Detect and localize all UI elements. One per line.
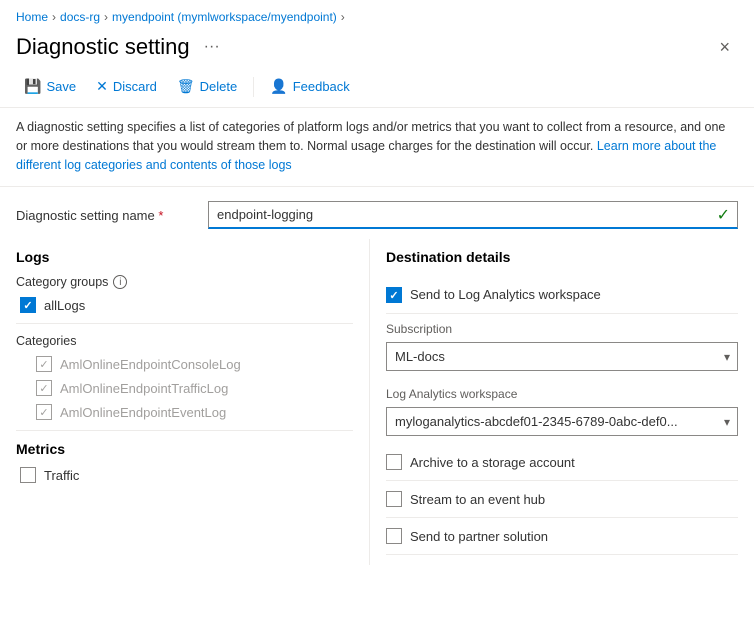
setting-name-row: Diagnostic setting name * ✓ — [0, 187, 754, 239]
archive-label: Archive to a storage account — [410, 455, 575, 470]
category-label-0: AmlOnlineEndpointConsoleLog — [60, 357, 241, 372]
subscription-dropdown[interactable]: ML-docs — [386, 342, 738, 371]
stream-checkbox[interactable] — [386, 491, 402, 507]
traffic-label[interactable]: Traffic — [44, 468, 79, 483]
category-row-1: AmlOnlineEndpointTrafficLog — [16, 380, 353, 396]
discard-icon: ✕ — [96, 78, 108, 95]
toolbar: 💾 Save ✕ Discard 🗑 Delete 👤 Feedback — [0, 68, 754, 108]
setting-name-label: Diagnostic setting name * — [16, 208, 196, 223]
breadcrumb-endpoint[interactable]: myendpoint (mymlworkspace/myendpoint) — [112, 10, 337, 24]
archive-row: Archive to a storage account — [386, 444, 738, 481]
setting-name-input-wrapper: ✓ — [208, 201, 738, 229]
alllogs-checkbox[interactable] — [20, 297, 36, 313]
workspace-label: Log Analytics workspace — [386, 387, 738, 401]
stream-row: Stream to an event hub — [386, 481, 738, 518]
category-checkbox-2[interactable] — [36, 404, 52, 420]
alllogs-row: allLogs — [16, 297, 353, 313]
required-indicator: * — [158, 208, 163, 223]
discard-label: Discard — [113, 79, 157, 94]
stream-label: Stream to an event hub — [410, 492, 545, 507]
send-to-log-label: Send to Log Analytics workspace — [410, 287, 601, 302]
subscription-section: Subscription ML-docs ▾ — [386, 314, 738, 379]
section-divider-2 — [16, 430, 353, 431]
partner-checkbox[interactable] — [386, 528, 402, 544]
save-button[interactable]: 💾 Save — [16, 74, 84, 99]
right-panel: Destination details Send to Log Analytic… — [370, 239, 754, 565]
metrics-section: Metrics Traffic — [16, 441, 353, 483]
breadcrumb-docs-rg[interactable]: docs-rg — [60, 10, 100, 24]
ellipsis-button[interactable]: ··· — [198, 36, 226, 58]
workspace-section: Log Analytics workspace myloganalytics-a… — [386, 387, 738, 436]
category-row-2: AmlOnlineEndpointEventLog — [16, 404, 353, 420]
alllogs-label[interactable]: allLogs — [44, 298, 85, 313]
logs-section: Logs Category groups i allLogs Categorie… — [16, 249, 353, 420]
metrics-section-title: Metrics — [16, 441, 353, 457]
category-checkbox-1[interactable] — [36, 380, 52, 396]
category-checkbox-0[interactable] — [36, 356, 52, 372]
category-label-2: AmlOnlineEndpointEventLog — [60, 405, 226, 420]
subscription-label: Subscription — [386, 322, 738, 336]
category-label-1: AmlOnlineEndpointTrafficLog — [60, 381, 228, 396]
close-button[interactable]: × — [711, 35, 738, 60]
partner-row: Send to partner solution — [386, 518, 738, 555]
delete-label: Delete — [200, 79, 238, 94]
workspace-dropdown-wrapper: myloganalytics-abcdef01-2345-6789-0abc-d… — [386, 407, 738, 436]
breadcrumb-home[interactable]: Home — [16, 10, 48, 24]
section-divider-1 — [16, 323, 353, 324]
main-content: Logs Category groups i allLogs Categorie… — [0, 239, 754, 581]
categories-label: Categories — [16, 334, 353, 348]
save-icon: 💾 — [24, 78, 41, 95]
partner-label: Send to partner solution — [410, 529, 548, 544]
breadcrumb: Home › docs-rg › myendpoint (mymlworkspa… — [0, 0, 754, 30]
archive-checkbox[interactable] — [386, 454, 402, 470]
category-groups-info-icon[interactable]: i — [113, 275, 127, 289]
setting-name-input[interactable] — [208, 201, 738, 229]
page-title: Diagnostic setting — [16, 34, 190, 60]
category-row-0: AmlOnlineEndpointConsoleLog — [16, 356, 353, 372]
destination-title: Destination details — [386, 249, 738, 265]
workspace-dropdown[interactable]: myloganalytics-abcdef01-2345-6789-0abc-d… — [386, 407, 738, 436]
header: Diagnostic setting ··· × — [0, 30, 754, 68]
logs-section-title: Logs — [16, 249, 353, 265]
left-panel: Logs Category groups i allLogs Categorie… — [0, 239, 370, 565]
traffic-checkbox[interactable] — [20, 467, 36, 483]
input-check-icon: ✓ — [717, 205, 730, 225]
send-to-log-checkbox[interactable] — [386, 287, 402, 303]
subscription-dropdown-wrapper: ML-docs ▾ — [386, 342, 738, 371]
info-box: A diagnostic setting specifies a list of… — [0, 108, 754, 187]
feedback-icon: 👤 — [270, 78, 287, 95]
save-label: Save — [46, 79, 76, 94]
send-to-log-row: Send to Log Analytics workspace — [386, 277, 738, 314]
delete-button[interactable]: 🗑 Delete — [169, 74, 245, 99]
feedback-button[interactable]: 👤 Feedback — [262, 74, 358, 99]
feedback-label: Feedback — [293, 79, 350, 94]
traffic-row: Traffic — [16, 467, 353, 483]
discard-button[interactable]: ✕ Discard — [88, 74, 165, 99]
delete-icon: 🗑 — [177, 78, 195, 95]
category-groups-label: Category groups i — [16, 275, 353, 289]
toolbar-separator — [253, 77, 254, 97]
